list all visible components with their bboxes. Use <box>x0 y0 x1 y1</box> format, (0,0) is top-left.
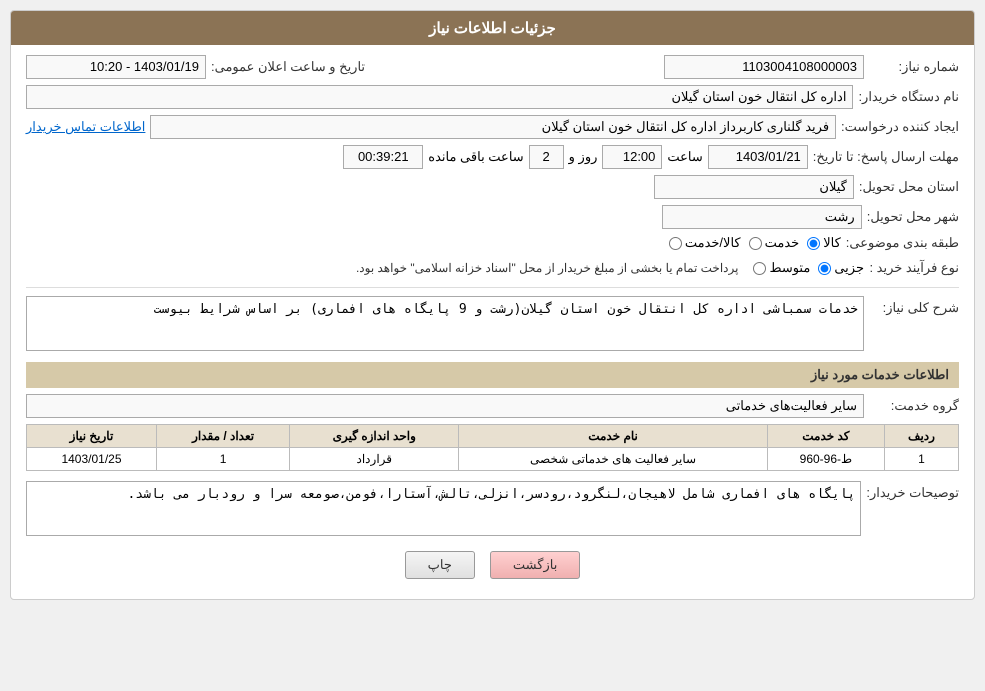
table-cell: 1 <box>156 448 289 471</box>
process-radio-jozyi[interactable] <box>818 262 831 275</box>
city-value: رشت <box>662 205 862 229</box>
description-value <box>26 296 864 351</box>
requester-value: اداره کل انتقال خون استان گیلان <box>26 85 853 109</box>
print-button[interactable]: چاپ <box>405 551 475 579</box>
response-time-label: ساعت <box>667 149 702 165</box>
category-option-khadamat-label: خدمت <box>765 235 800 251</box>
creator-label: ایجاد کننده درخواست: <box>841 119 959 135</box>
col-header-unit: واحد اندازه گیری <box>290 425 459 448</box>
group-label: گروه خدمت: <box>869 398 959 414</box>
city-label: شهر محل تحویل: <box>867 209 959 225</box>
buyer-notes-label: توصیحات خریدار: <box>866 481 959 501</box>
response-time-value: 12:00 <box>602 145 662 169</box>
need-number-label: شماره نیاز: <box>869 59 959 75</box>
category-option-kala-khadamat-label: کالا/خدمت <box>685 235 741 251</box>
process-note: پرداخت تمام یا بخشی از مبلغ خریدار از مح… <box>356 257 739 279</box>
category-radio-khadamat[interactable] <box>749 237 762 250</box>
process-radio-group: متوسط جزیی <box>753 260 864 276</box>
col-header-qty: تعداد / مقدار <box>156 425 289 448</box>
buyer-notes-value <box>26 481 861 536</box>
process-radio-mutavasset[interactable] <box>753 262 766 275</box>
category-option-khadamat[interactable]: خدمت <box>749 235 800 251</box>
col-header-name: نام خدمت <box>459 425 768 448</box>
creator-value: فرید گلناری کاربرداز اداره کل انتقال خون… <box>150 115 836 139</box>
table-cell: قرارداد <box>290 448 459 471</box>
col-header-row: ردیف <box>884 425 958 448</box>
category-label: طبقه بندی موضوعی: <box>846 235 959 251</box>
process-option-jozyi[interactable]: جزیی <box>818 260 864 276</box>
announce-date-value: 1403/01/19 - 10:20 <box>26 55 206 79</box>
col-header-code: کد خدمت <box>767 425 884 448</box>
table-cell: 1403/01/25 <box>27 448 157 471</box>
response-date-value: 1403/01/21 <box>708 145 808 169</box>
page-title: جزئیات اطلاعات نیاز <box>11 11 974 45</box>
contact-link[interactable]: اطلاعات تماس خریدار <box>26 119 145 135</box>
process-label: نوع فرآیند خرید : <box>869 260 959 276</box>
table-cell: سایر فعالیت های خدماتی شخصی <box>459 448 768 471</box>
table-cell: ط-96-960 <box>767 448 884 471</box>
announce-date-label: تاریخ و ساعت اعلان عمومی: <box>211 59 365 75</box>
process-option-jozyi-label: جزیی <box>834 260 864 276</box>
button-row: بازگشت چاپ <box>26 551 959 589</box>
response-days-label: روز و <box>569 149 598 165</box>
process-option-mutavasset-label: متوسط <box>769 260 810 276</box>
group-value: سایر فعالیت‌های خدماتی <box>26 394 864 418</box>
description-label: شرح کلی نیاز: <box>869 296 959 316</box>
province-value: گیلان <box>654 175 854 199</box>
remaining-label: ساعت باقی مانده <box>428 149 523 165</box>
category-option-kala[interactable]: کالا <box>807 235 841 251</box>
services-section-title: اطلاعات خدمات مورد نیاز <box>26 362 959 388</box>
need-number-value: 1103004108000003 <box>664 55 864 79</box>
services-table: ردیف کد خدمت نام خدمت واحد اندازه گیری ت… <box>26 424 959 471</box>
response-deadline-label: مهلت ارسال پاسخ: تا تاریخ: <box>813 149 959 165</box>
category-option-kala-label: کالا <box>823 235 841 251</box>
process-option-mutavasset[interactable]: متوسط <box>753 260 810 276</box>
category-radio-group: کالا/خدمت خدمت کالا <box>669 235 841 251</box>
table-row: 1ط-96-960سایر فعالیت های خدماتی شخصیقرار… <box>27 448 959 471</box>
response-days-value: 2 <box>529 145 564 169</box>
back-button[interactable]: بازگشت <box>490 551 580 579</box>
divider1 <box>26 287 959 288</box>
table-cell: 1 <box>884 448 958 471</box>
province-label: استان محل تحویل: <box>859 179 959 195</box>
remaining-value: 00:39:21 <box>343 145 423 169</box>
requester-label: نام دستگاه خریدار: <box>858 89 959 105</box>
category-radio-kala-khadamat[interactable] <box>669 237 682 250</box>
category-radio-kala[interactable] <box>807 237 820 250</box>
col-header-date: تاریخ نیاز <box>27 425 157 448</box>
category-option-kala-khadamat[interactable]: کالا/خدمت <box>669 235 741 251</box>
